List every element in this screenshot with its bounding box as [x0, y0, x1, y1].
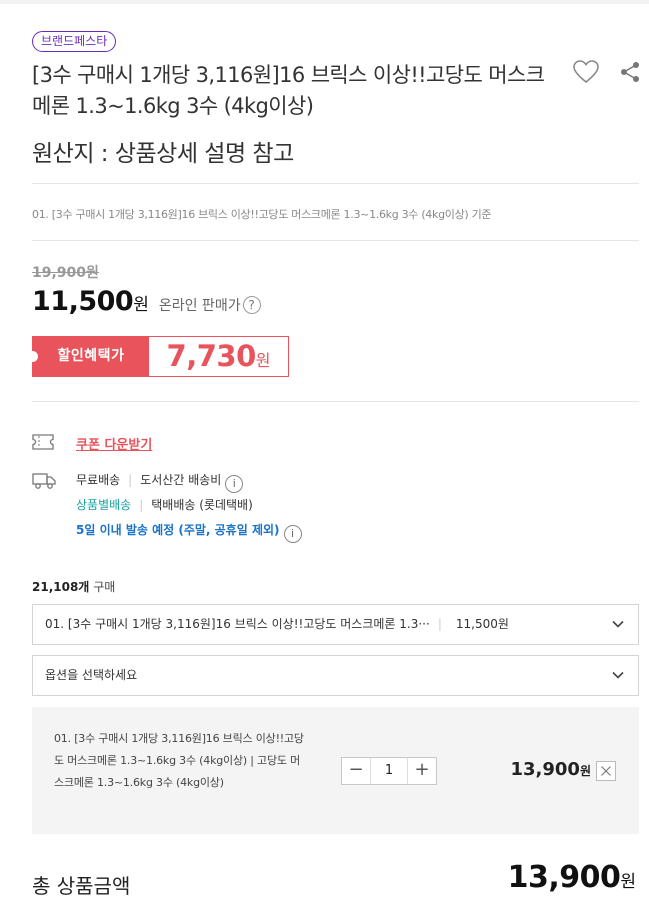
- quantity-value[interactable]: 1: [370, 758, 408, 784]
- dispatch-note: 5일 이내 발송 예정 (주말, 공휴일 제외): [76, 523, 280, 537]
- divider: [32, 240, 639, 241]
- selected-option-name: 01. [3수 구매시 1개당 3,116원]16 브릭스 이상!!고당도 머스…: [54, 732, 304, 789]
- original-price: 19,900원: [32, 265, 99, 281]
- coupon-download-link[interactable]: 쿠폰 다운받기: [76, 434, 152, 453]
- shipping-row: 무료배송 | 도서산간 배송비 i: [76, 471, 244, 493]
- product-title: [3수 구매시 1개당 3,116원]16 브릭스 이상!!고당도 머스크메론 …: [32, 63, 545, 118]
- per-product-shipping: 상품별배송: [76, 498, 132, 512]
- brand-festa-badge[interactable]: 브랜드페스타: [32, 31, 117, 52]
- close-icon[interactable]: [596, 761, 616, 781]
- chevron-down-icon: [612, 620, 624, 628]
- product-select[interactable]: 01. [3수 구매시 1개당 3,116원]16 브릭스 이상!!고당도 머스…: [32, 604, 639, 645]
- product-select-value: 01. [3수 구매시 1개당 3,116원]16 브릭스 이상!!고당도 머스…: [45, 617, 430, 631]
- free-shipping: 무료배송: [76, 473, 121, 487]
- selected-option-box: 01. [3수 구매시 1개당 3,116원]16 브릭스 이상!!고당도 머스…: [32, 707, 639, 834]
- online-price: 11,500원 온라인 판매가?: [32, 286, 261, 317]
- quantity-stepper: − 1 +: [341, 757, 437, 785]
- info-icon[interactable]: i: [283, 525, 302, 543]
- dispatch-row: 5일 이내 발송 예정 (주말, 공휴일 제외) i: [76, 521, 302, 543]
- top-divider: [0, 0, 649, 4]
- increase-button[interactable]: +: [408, 758, 436, 784]
- option-select[interactable]: 옵션을 선택하세요: [32, 655, 639, 696]
- truck-icon: [32, 473, 56, 489]
- online-price-label: 온라인 판매가: [158, 298, 241, 314]
- origin-text: 원산지 : 상품상세 설명 참고: [32, 141, 294, 167]
- shipping-method-row: 상품별배송 | 택배배송 (롯데택배): [76, 498, 253, 512]
- heart-icon[interactable]: [572, 59, 600, 85]
- total-label: 총 상품금액: [32, 874, 131, 898]
- discount-price-box: 할인혜택가 7,730원: [32, 336, 289, 377]
- courier-shipping: 택배배송 (롯데택배): [151, 498, 253, 512]
- divider: [32, 401, 639, 402]
- purchase-count: 21,108개 구매: [32, 580, 116, 594]
- price-criterion: 01. [3수 구매시 1개당 3,116원]16 브릭스 이상!!고당도 머스…: [32, 208, 492, 221]
- option-select-placeholder: 옵션을 선택하세요: [45, 668, 138, 682]
- info-icon[interactable]: i: [225, 475, 244, 493]
- discount-price: 7,730원: [166, 339, 271, 373]
- divider: [32, 183, 639, 184]
- total-price: 13,900원: [507, 860, 636, 895]
- share-icon[interactable]: [620, 61, 640, 83]
- product-select-price: 11,500원: [455, 617, 509, 631]
- decrease-button[interactable]: −: [342, 758, 370, 784]
- coupon-icon: [32, 434, 54, 450]
- island-shipping-fee: 도서산간 배송비: [140, 473, 222, 487]
- selected-option-price: 13,900원: [510, 759, 591, 780]
- discount-label: 할인혜택가: [32, 337, 149, 376]
- help-icon[interactable]: ?: [242, 296, 261, 314]
- online-price-value: 11,500: [32, 286, 134, 317]
- chevron-down-icon: [612, 671, 624, 679]
